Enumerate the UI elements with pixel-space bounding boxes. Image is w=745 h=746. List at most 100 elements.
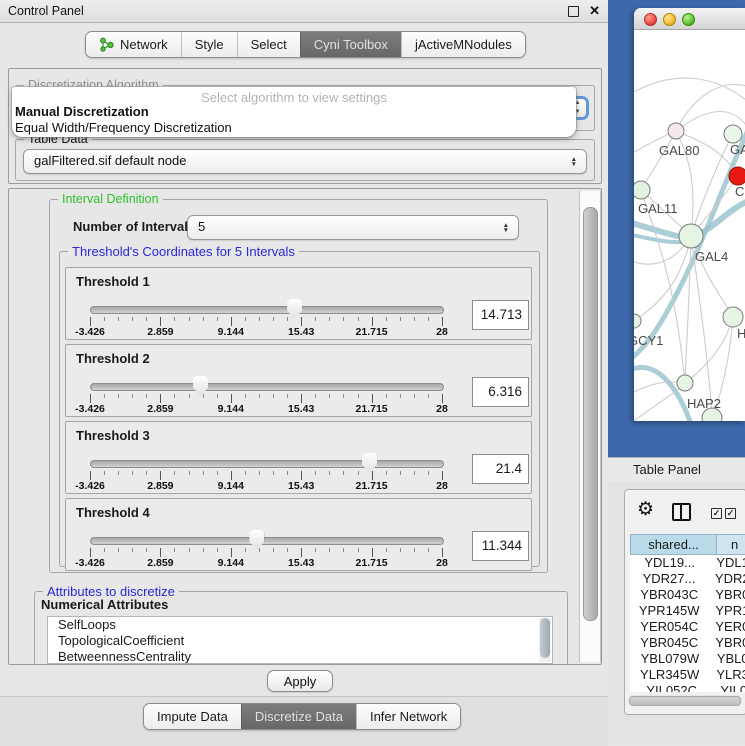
network-node[interactable] (729, 167, 745, 185)
threshold-slider-thumb[interactable] (362, 453, 377, 473)
minimize-traffic-light-icon[interactable] (663, 13, 676, 26)
checkbox-icon[interactable]: ✓ (711, 508, 722, 519)
threshold-slider-thumb[interactable] (193, 376, 208, 396)
settings-scrollbar[interactable] (579, 191, 601, 662)
tick-label: 21.715 (356, 480, 388, 492)
table-row[interactable]: YBL079WYBL0 (630, 651, 745, 667)
network-node-label: GAL11 (638, 201, 678, 216)
network-node[interactable] (668, 123, 684, 139)
cell-name: YBL0 (710, 651, 745, 667)
network-node[interactable] (634, 181, 650, 199)
threshold-box: Threshold 3-3.4262.8599.14415.4321.71528… (65, 421, 532, 494)
threshold-slider-track[interactable] (90, 460, 444, 468)
table-horizontal-scrollbar[interactable] (628, 695, 742, 705)
network-node[interactable] (634, 314, 641, 328)
column-header-shared-name[interactable]: shared... (630, 534, 717, 555)
table-row[interactable]: YDR27...YDR2 (630, 571, 745, 587)
tick-label: 9.144 (218, 480, 244, 492)
network-node[interactable] (677, 375, 693, 391)
tab-style[interactable]: Style (181, 32, 237, 57)
algorithm-option[interactable]: Equal Width/Frequency Discretization (12, 120, 576, 136)
tick-label: -3.426 (75, 557, 105, 569)
numerical-attributes-list[interactable]: SelfLoopsTopologicalCoefficientBetweenne… (47, 616, 553, 664)
threshold-value-field[interactable]: 6.316 (472, 377, 529, 407)
cell-shared-name: YLR345W (630, 667, 709, 683)
threshold-slider-track[interactable] (90, 537, 444, 545)
network-node-label: GAL80 (659, 143, 699, 158)
attribute-item[interactable]: TopologicalCoefficient (48, 633, 552, 649)
threshold-slider-track[interactable] (90, 383, 444, 391)
tab-infer-network[interactable]: Infer Network (356, 704, 460, 729)
table-row[interactable]: YLR345WYLR3 (630, 667, 745, 683)
tick-label: 21.715 (356, 557, 388, 569)
table-row[interactable]: YDL19...YDL1 (630, 555, 745, 571)
tab-jactivemnodules[interactable]: jActiveMNodules (401, 32, 525, 57)
algorithm-option[interactable]: Manual Discretization (12, 104, 576, 120)
slider-tick-labels: -3.4262.8599.14415.4321.71528 (90, 326, 442, 337)
attributes-list-scrollbar[interactable] (539, 618, 551, 662)
gear-icon[interactable]: ⚙ (637, 498, 654, 521)
table-row[interactable]: YPR145WYPR1 (630, 603, 745, 619)
network-view-background: GAL80GACGAL11GAL4HGCY1HAP2 (608, 0, 745, 457)
threshold-slider-thumb[interactable] (287, 299, 302, 319)
threshold-value-field[interactable]: 11.344 (472, 531, 529, 561)
cell-name: YLR3 (709, 667, 745, 683)
cell-name: YDL1 (709, 555, 745, 571)
tab-label: Network (120, 37, 168, 52)
threshold-slider-track[interactable] (90, 306, 444, 314)
apply-button[interactable]: Apply (267, 670, 333, 692)
float-window-icon[interactable] (568, 6, 579, 17)
close-traffic-light-icon[interactable] (644, 13, 657, 26)
threshold-value-field[interactable]: 21.4 (472, 454, 529, 484)
table-row[interactable]: YBR045CYBR0 (630, 635, 745, 651)
table-data-combobox[interactable]: galFiltered.sif default node ▲▼ (23, 149, 587, 174)
tick-label: 28 (436, 326, 448, 338)
tab-cyni-toolbox[interactable]: Cyni Toolbox (300, 32, 401, 57)
tab-network[interactable]: Network (86, 32, 181, 57)
tab-select[interactable]: Select (237, 32, 300, 57)
cell-name: YDR2 (708, 571, 745, 587)
close-icon[interactable]: ✕ (589, 3, 600, 19)
cyni-mode-tab-bar: Impute Data Discretize DataInfer Network (143, 703, 461, 730)
columns-icon[interactable] (672, 503, 691, 521)
network-node[interactable] (723, 307, 743, 327)
table-panel-titlebar: Table Panel (608, 457, 745, 482)
checkbox-icon[interactable]: ✓ (725, 508, 736, 519)
table-row[interactable]: YER054CYER0 (630, 619, 745, 635)
number-of-intervals-combobox[interactable]: 5 ▲▼ (187, 215, 519, 240)
column-header-name[interactable]: n (717, 534, 745, 555)
network-node[interactable] (679, 224, 703, 248)
attribute-item[interactable]: SelfLoops (48, 617, 552, 633)
tick-label: 28 (436, 557, 448, 569)
slider-ticks (90, 394, 442, 403)
settings-scrollbar-thumb[interactable] (583, 207, 598, 621)
tab-label: Style (195, 37, 224, 52)
cell-name: YPR1 (708, 603, 745, 619)
cell-name: YBR0 (708, 587, 745, 603)
network-canvas[interactable]: GAL80GACGAL11GAL4HGCY1HAP2 (634, 30, 745, 421)
network-window: GAL80GACGAL11GAL4HGCY1HAP2 (634, 8, 745, 421)
tab-label: Impute Data (157, 709, 228, 724)
table-row[interactable]: YBR043CYBR0 (630, 587, 745, 603)
threshold-slider-thumb[interactable] (249, 530, 264, 550)
tab-discretize-data[interactable]: Discretize Data (241, 704, 356, 729)
tick-label: 2.859 (147, 480, 173, 492)
table-data-combobox-value: galFiltered.sif default node (24, 150, 586, 172)
threshold-list: Threshold 1-3.4262.8599.14415.4321.71528… (65, 267, 532, 575)
tick-label: -3.426 (75, 403, 105, 415)
slider-tick-labels: -3.4262.8599.14415.4321.71528 (90, 480, 442, 491)
tab-impute-data[interactable]: Impute Data (144, 704, 241, 729)
network-node-label: GAL4 (695, 249, 728, 264)
window-title: Control Panel (8, 4, 84, 18)
cell-shared-name: YDR27... (630, 571, 708, 587)
attribute-item[interactable]: BetweennessCentrality (48, 649, 552, 664)
table-row[interactable]: YIL052CYIL0 (630, 683, 745, 692)
tick-label: -3.426 (75, 480, 105, 492)
network-node[interactable] (724, 125, 742, 143)
tick-label: 2.859 (147, 326, 173, 338)
threshold-label: Threshold 2 (76, 351, 150, 366)
table-panel-area: ⚙ ✓ ✓ shared... n YDL19...YDL1YDR27...YD… (608, 481, 745, 745)
zoom-traffic-light-icon[interactable] (682, 13, 695, 26)
threshold-value-field[interactable]: 14.713 (472, 300, 529, 330)
algorithm-popup-placeholder: Select algorithm to view settings (12, 87, 576, 104)
